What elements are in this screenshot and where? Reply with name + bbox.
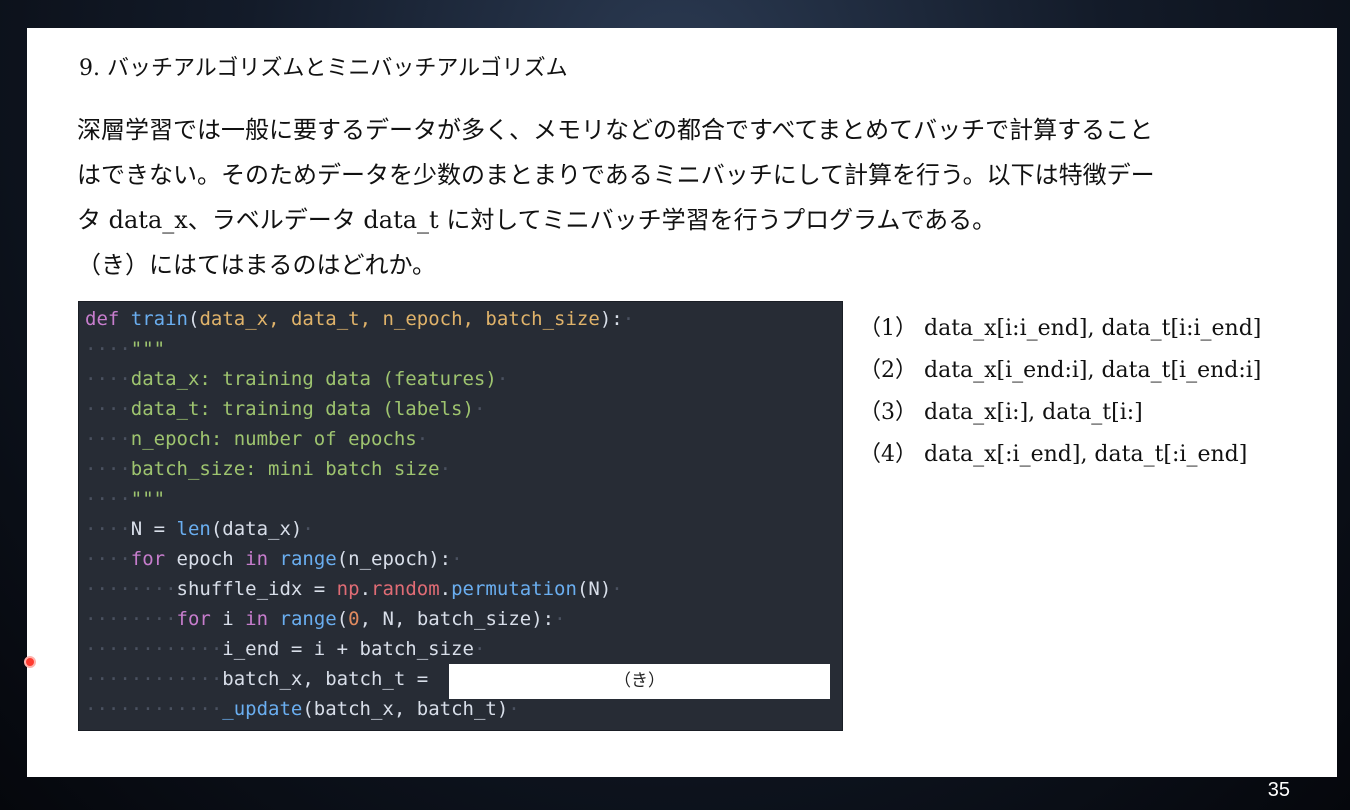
code-line: ········for i in range(0, N, batch_size)… — [85, 608, 566, 630]
paragraph-line: （き）にはてはまるのはどれか。 — [77, 251, 437, 279]
option-1: （1） data_x[i:i_end], data_t[i:i_end] — [859, 316, 1262, 341]
code-line: ····""" — [85, 338, 166, 360]
option-3: （3） data_x[i:], data_t[i:] — [859, 400, 1143, 425]
code-line: ····""" — [85, 488, 166, 510]
code-line: ····batch_size: mini batch size· — [85, 458, 452, 480]
slide: 9. バッチアルゴリズムとミニバッチアルゴリズム 深層学習では一般に要するデータ… — [27, 28, 1337, 777]
question-paragraph: 深層学習では一般に要するデータが多く、メモリなどの都合ですべてまとめてバッチで計… — [77, 108, 1277, 288]
pointer-dot-icon — [24, 656, 36, 668]
code-line: ············i_end = i + batch_size· — [85, 638, 486, 660]
code-line: ····for epoch in range(n_epoch):· — [85, 548, 463, 570]
paragraph-line: タ data_x、ラベルデータ data_t に対してミニバッチ学習を行うプログ… — [77, 206, 997, 234]
code-line: ····data_x: training data (features)· — [85, 368, 509, 390]
code-panel: def train(data_x, data_t, n_epoch, batch… — [78, 301, 843, 731]
code-line: ············batch_x, batch_t = — [85, 668, 440, 690]
code-line: def train(data_x, data_t, n_epoch, batch… — [85, 308, 635, 330]
paragraph-line: 深層学習では一般に要するデータが多く、メモリなどの都合ですべてまとめてバッチで計… — [77, 116, 1154, 144]
option-2: （2） data_x[i_end:i], data_t[i_end:i] — [859, 358, 1262, 383]
code-line: ····N = len(data_x)· — [85, 518, 314, 540]
answer-blank: （き） — [449, 664, 830, 699]
code-line: ····data_t: training data (labels)· — [85, 398, 486, 420]
paragraph-line: はできない。そのためデータを少数のまとまりであるミニバッチにして計算を行う。以下… — [77, 161, 1155, 189]
code-line: ····n_epoch: number of epochs· — [85, 428, 429, 450]
slide-heading: 9. バッチアルゴリズムとミニバッチアルゴリズム — [79, 56, 568, 81]
code-line: ········shuffle_idx = np.random.permutat… — [85, 578, 623, 600]
option-4: （4） data_x[:i_end], data_t[:i_end] — [859, 442, 1248, 467]
page-number: 35 — [1267, 779, 1290, 801]
answer-options: （1） data_x[i:i_end], data_t[i:i_end] （2）… — [859, 308, 1261, 476]
